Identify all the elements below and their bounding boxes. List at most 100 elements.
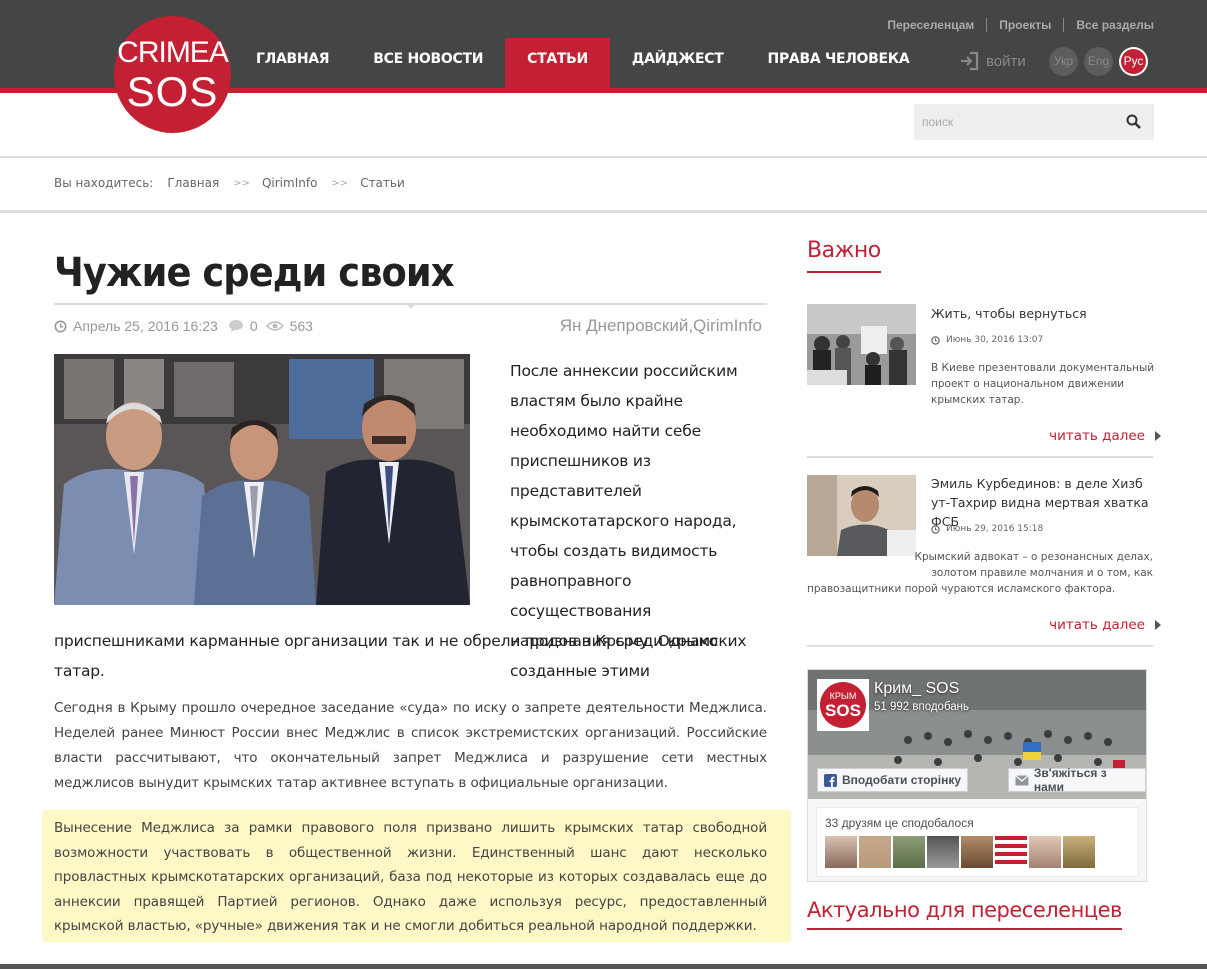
view-count: 563 — [289, 318, 313, 334]
lead-line: необходимо найти себе — [510, 422, 701, 440]
clock-icon — [931, 335, 940, 345]
card-title[interactable]: Жить, чтобы вернуться — [931, 304, 1153, 323]
lead-line: чтобы создать видимость — [510, 542, 718, 560]
divider — [0, 156, 1207, 158]
facebook-like-button[interactable]: Вподобати сторінку — [817, 768, 969, 792]
divider — [807, 456, 1153, 458]
facebook-page-name[interactable]: Крим_ SOS — [874, 680, 959, 698]
facebook-like-label: Вподобати сторінку — [842, 773, 962, 787]
article-photo — [54, 354, 470, 605]
login-label: войти — [986, 52, 1026, 70]
important-heading: Важно — [807, 238, 881, 273]
avatar[interactable] — [961, 836, 993, 868]
card-image[interactable] — [807, 475, 916, 556]
login-link[interactable]: войти — [958, 50, 1026, 72]
card-text: В Киеве презентовали документальный прое… — [931, 360, 1154, 408]
facebook-friends-text: 33 друзям це сподобалося — [825, 816, 974, 830]
avatar[interactable] — [825, 836, 857, 868]
comment-icon — [228, 320, 243, 332]
lang-rus-button[interactable]: Рус — [1119, 47, 1148, 76]
article-title: Чужие среди своих — [54, 250, 455, 296]
comment-count: 0 — [249, 318, 258, 334]
card-date: Июнь 30, 2016 13:07 — [931, 335, 1043, 345]
nav-item-all-news[interactable]: ВСЕ НОВОСТИ — [351, 38, 505, 88]
lang-ukr-button[interactable]: Укр — [1049, 47, 1078, 76]
divider — [807, 645, 1153, 647]
article-paragraph: Сегодня в Крыму прошло очередное заседан… — [54, 700, 767, 791]
facebook-contact-label: Зв'яжіться з нами — [1033, 766, 1107, 794]
nav-item-home[interactable]: ГЛАВНАЯ — [234, 38, 351, 88]
facebook-friends-box: 33 друзям це сподобалося — [816, 807, 1139, 877]
arrow-right-icon — [1155, 431, 1161, 441]
main-nav: ГЛАВНАЯ ВСЕ НОВОСТИ СТАТЬИ ДАЙДЖЕСТ ПРАВ… — [234, 38, 931, 88]
breadcrumb-qiriminfo[interactable]: QirimInfo — [262, 176, 317, 191]
login-icon — [961, 51, 979, 71]
breadcrumb-articles[interactable]: Статьи — [360, 176, 405, 191]
nav-item-articles[interactable]: СТАТЬИ — [505, 38, 610, 88]
search-icon[interactable] — [1126, 114, 1142, 130]
breadcrumb-home[interactable]: Главная — [167, 176, 219, 191]
facebook-icon — [824, 773, 837, 787]
search-input[interactable] — [914, 104, 1114, 140]
lang-eng-button[interactable]: Eng — [1084, 47, 1113, 76]
article-meta: Апрель 25, 2016 16:23 0 563 — [54, 318, 313, 334]
page-bottom-bar — [0, 964, 1207, 969]
read-more-link[interactable]: читать далее — [1049, 617, 1161, 633]
lead-line: равноправного сосуществования — [510, 572, 652, 620]
fb-logo-bottom: SOS — [825, 701, 861, 720]
read-more-link[interactable]: читать далее — [1049, 428, 1161, 444]
article-author[interactable]: Ян Днепровский,QirimInfo — [560, 316, 762, 336]
card-image[interactable] — [807, 304, 916, 385]
lead-line: приспешников из представителей — [510, 452, 651, 500]
avatar[interactable] — [1063, 836, 1095, 868]
top-links: Переселенцам Проекты Все разделы — [875, 18, 1154, 32]
breadcrumb-separator: >> — [233, 178, 250, 189]
arrow-right-icon — [1155, 620, 1161, 630]
card-text-line: проект о национальном движении — [931, 378, 1125, 390]
card-text-line: золотом правиле молчания и о том, как — [931, 567, 1153, 579]
logo-line1: CRIMEA — [117, 36, 229, 69]
card-date-text: Июнь 30, 2016 13:07 — [946, 335, 1044, 345]
article-date: Апрель 25, 2016 16:23 — [73, 318, 218, 334]
card-text-line: В Киеве презентовали документальный — [931, 362, 1155, 374]
lead-line: властям было крайне — [510, 392, 683, 410]
nav-item-digest[interactable]: ДАЙДЖЕСТ — [610, 38, 746, 88]
breadcrumb-prefix: Вы находитесь: — [54, 176, 154, 190]
nav-item-human-rights[interactable]: ПРАВА ЧЕЛОВЕКА — [746, 38, 932, 88]
avatar[interactable] — [893, 836, 925, 868]
facebook-page-logo[interactable]: КРЫМ SOS — [817, 679, 869, 731]
fb-logo-top: КРЫМ — [829, 691, 857, 701]
title-underline-notch — [405, 303, 417, 309]
card-text-line: правозащитники порой чураются исламского… — [807, 583, 1116, 595]
logo-line2: SOS — [126, 68, 219, 115]
card-text-line: крымских татар. — [931, 394, 1024, 406]
breadcrumb-separator: >> — [331, 178, 349, 189]
card-date-text: Июнь 29, 2016 15:18 — [946, 524, 1044, 534]
clock-icon — [54, 320, 67, 332]
facebook-contact-button[interactable]: Зв'яжіться з нами — [1008, 766, 1146, 794]
lead-line: крымскотатарского народа, — [510, 512, 737, 530]
read-more-label: читать далее — [1049, 428, 1145, 444]
breadcrumb: Вы находитесь: Главная >> QirimInfo >> С… — [54, 176, 419, 191]
toplink-projects[interactable]: Проекты — [986, 18, 1063, 32]
toplink-all-sections[interactable]: Все разделы — [1063, 18, 1154, 32]
lead-line: После аннексии российским — [510, 362, 738, 380]
avatar[interactable] — [995, 836, 1027, 868]
card-date: Июнь 29, 2016 15:18 — [931, 524, 1043, 534]
toplink-relocated[interactable]: Переселенцам — [875, 18, 986, 32]
site-logo[interactable]: CRIMEA SOS — [114, 16, 231, 133]
card-text: Крымский адвокат – о резонансных делах, … — [807, 549, 1153, 597]
avatar[interactable] — [927, 836, 959, 868]
envelope-icon — [1015, 774, 1029, 785]
divider — [0, 210, 1207, 213]
card-title[interactable]: Эмиль Курбединов: в деле Хизб ут-Тахрир … — [931, 474, 1153, 531]
eye-icon — [265, 321, 284, 331]
card-text-line: Крымский адвокат – о резонансных делах, — [914, 551, 1153, 563]
facebook-like-count: 51 992 вподобань — [874, 701, 970, 713]
article-lead-tail: приспешниками карманные организации так … — [54, 632, 747, 680]
language-switcher: Укр Eng Рус — [1049, 47, 1148, 76]
relocated-heading: Актуально для переселенцев — [807, 898, 1122, 930]
avatar[interactable] — [1029, 836, 1061, 868]
article-highlight: Вынесение Меджлиса за рамки правового по… — [42, 810, 791, 942]
avatar[interactable] — [859, 836, 891, 868]
